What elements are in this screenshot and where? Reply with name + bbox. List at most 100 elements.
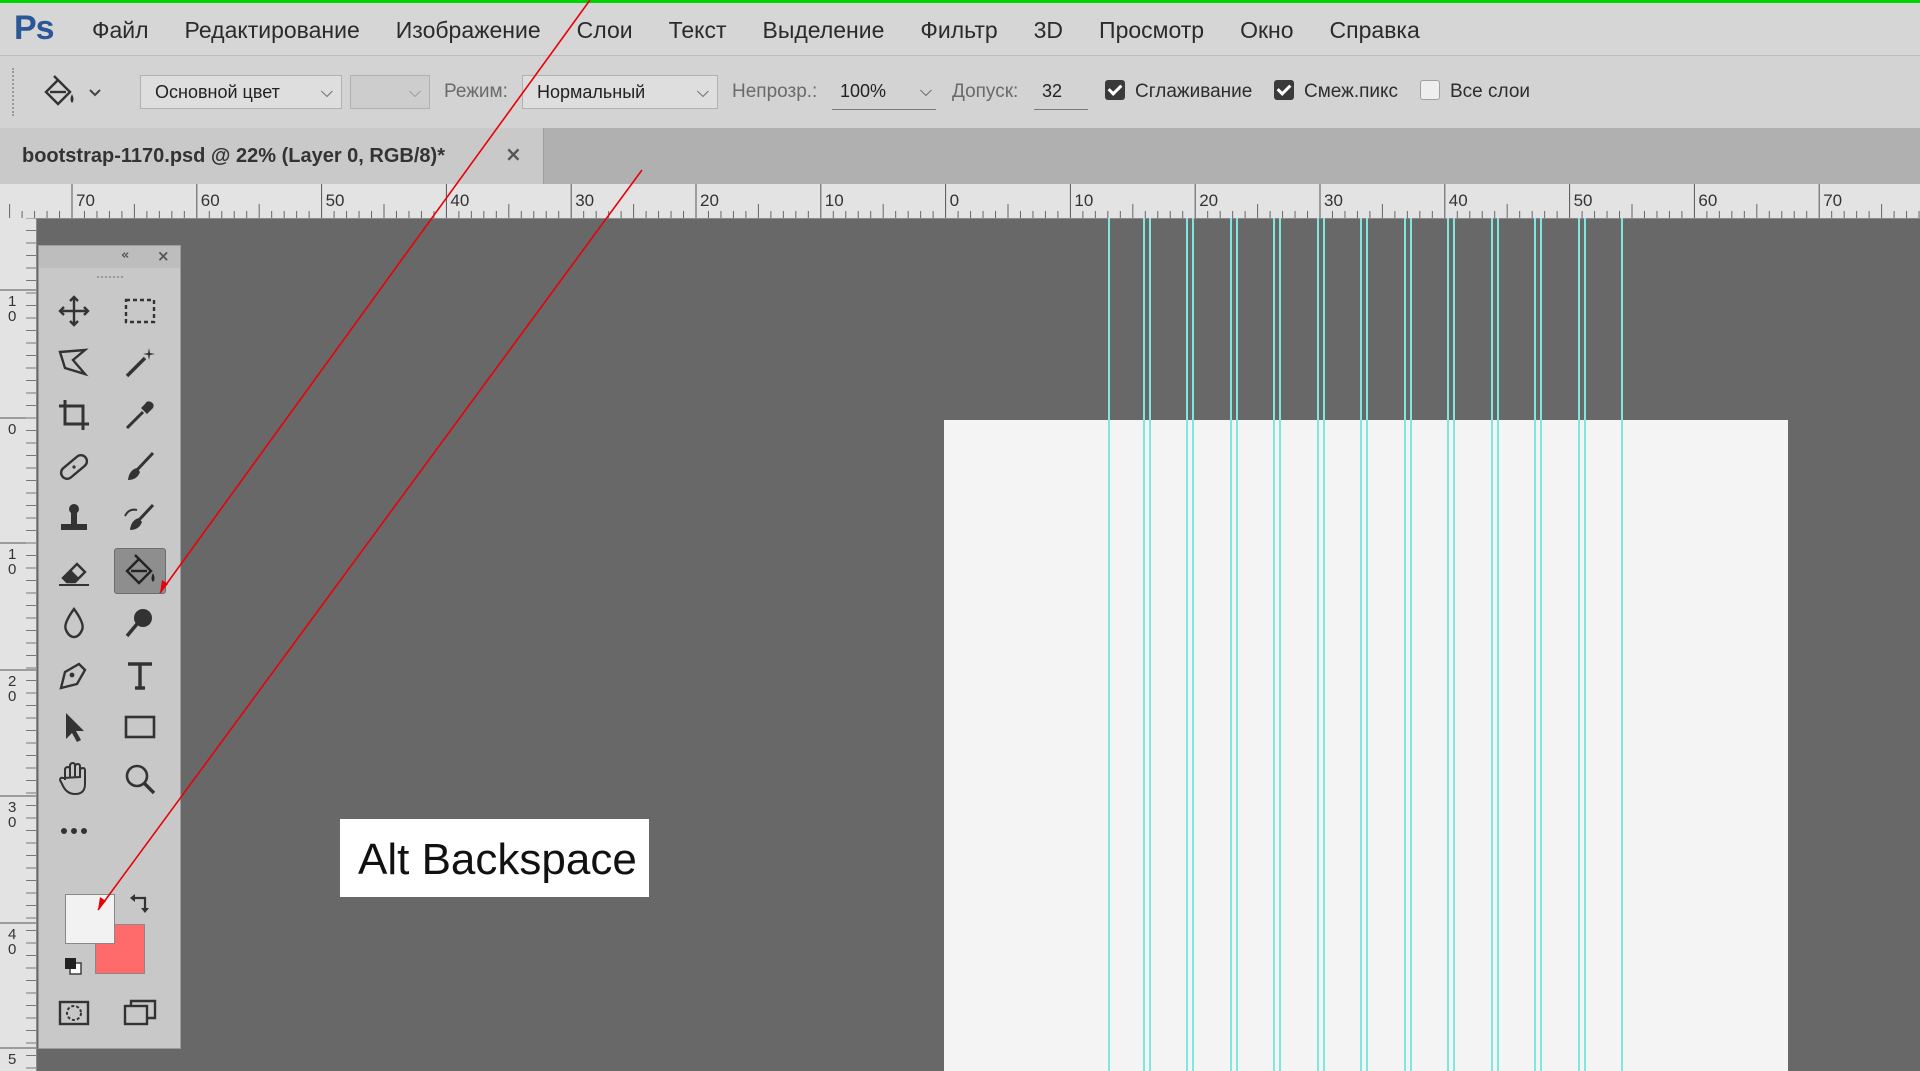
- eyedropper-tool[interactable]: [114, 392, 166, 438]
- path-select-tool[interactable]: [48, 704, 100, 750]
- ruler-label: 60: [1698, 191, 1717, 210]
- collapse-icon[interactable]: «: [121, 248, 129, 263]
- pen-icon: [59, 662, 87, 690]
- menu-view[interactable]: Просмотр: [1099, 17, 1204, 44]
- tolerance-field[interactable]: 32: [1034, 75, 1088, 110]
- screen-mode-icon: [123, 999, 157, 1026]
- magic-wand-tool[interactable]: [114, 340, 166, 386]
- chevron-down-icon: ⌵: [696, 82, 709, 101]
- tolerance-label: Допуск:: [952, 81, 1019, 102]
- tolerance-value: 32: [1042, 81, 1063, 101]
- more-tools[interactable]: [48, 808, 100, 854]
- fill-source-select[interactable]: Основной цвет ⌵: [140, 75, 342, 109]
- arrow-icon: [66, 713, 84, 742]
- history-brush-icon: [124, 503, 155, 530]
- options-grip[interactable]: [12, 68, 17, 116]
- hand-icon: [58, 761, 86, 796]
- ruler-label: 0: [8, 814, 16, 831]
- history-brush-tool[interactable]: [114, 496, 166, 542]
- crop-tool[interactable]: [48, 392, 100, 438]
- dodge-tool[interactable]: [114, 600, 166, 646]
- menu-type[interactable]: Текст: [669, 17, 727, 44]
- shape-tool[interactable]: [114, 704, 166, 750]
- eraser-tool[interactable]: [48, 548, 100, 594]
- menu-bar: Ps Файл Редактирование Изображение Слои …: [0, 3, 1920, 55]
- chevron-down-icon[interactable]: ⌵: [920, 81, 932, 101]
- document-title: bootstrap-1170.psd @ 22% (Layer 0, RGB/8…: [22, 145, 445, 168]
- tool-preset-picker[interactable]: [36, 72, 110, 112]
- opacity-label: Непрозр.:: [732, 81, 818, 102]
- type-icon: [128, 662, 152, 690]
- blend-mode-select[interactable]: Нормальный ⌵: [522, 75, 718, 109]
- ruler-label: 20: [700, 191, 719, 210]
- chevron-down-icon: ⌵: [320, 82, 333, 101]
- ruler-label: 20: [1199, 191, 1218, 210]
- panel-grip[interactable]: [97, 276, 123, 282]
- marquee-tool[interactable]: [114, 288, 166, 334]
- opacity-value: 100%: [840, 81, 887, 101]
- menu-file[interactable]: Файл: [92, 17, 149, 44]
- type-tool[interactable]: [114, 652, 166, 698]
- pattern-picker[interactable]: ⌵: [350, 75, 430, 109]
- blend-mode-value: Нормальный: [537, 82, 646, 102]
- close-tab-button[interactable]: ×: [505, 142, 522, 166]
- lasso-tool[interactable]: [48, 340, 100, 386]
- menu-help[interactable]: Справка: [1330, 17, 1420, 44]
- ruler-ticks: 70 60 50 40 30 20 10 0 10 20 30 40 50 60 70: [9, 184, 1920, 218]
- screen-mode-button[interactable]: [114, 990, 166, 1036]
- foreground-color-swatch[interactable]: [65, 894, 115, 944]
- horizontal-ruler[interactable]: 70 60 50 40 30 20 10 0 10 20 30 40 50 60 70: [0, 184, 1920, 219]
- hand-tool[interactable]: [48, 756, 100, 802]
- document-tab-bar: bootstrap-1170.psd @ 22% (Layer 0, RGB/8…: [0, 128, 1920, 184]
- all-layers-label: Все слои: [1450, 81, 1530, 102]
- drop-icon: [64, 606, 84, 639]
- menu-window[interactable]: Окно: [1240, 17, 1293, 44]
- ruler-label: 60: [201, 191, 220, 210]
- chevron-down-icon: ⌵: [408, 82, 421, 101]
- paint-bucket-icon: [44, 75, 101, 106]
- menu-edit[interactable]: Редактирование: [185, 17, 360, 44]
- ruler-label: 30: [575, 191, 594, 210]
- fill-source-value: Основной цвет: [155, 82, 280, 102]
- dodge-icon: [125, 609, 152, 638]
- zoom-tool[interactable]: [114, 756, 166, 802]
- ruler-label: 40: [450, 191, 469, 210]
- brush-icon: [128, 451, 155, 480]
- document-canvas[interactable]: [944, 420, 1788, 1071]
- brush-tool[interactable]: [114, 444, 166, 490]
- default-colors-icon[interactable]: [63, 956, 83, 981]
- close-icon[interactable]: ×: [157, 247, 170, 265]
- zoom-icon: [125, 764, 156, 795]
- quick-mask-button[interactable]: [48, 990, 100, 1036]
- pen-tool[interactable]: [48, 652, 100, 698]
- vertical-ruler[interactable]: 100102030405: [0, 218, 37, 1071]
- stamp-tool[interactable]: [48, 496, 100, 542]
- ruler-label: 10: [825, 191, 844, 210]
- menu-filter[interactable]: Фильтр: [920, 17, 997, 44]
- ruler-label: 0: [8, 308, 16, 325]
- polygonal-lasso-icon: [58, 348, 89, 377]
- tools-panel-header[interactable]: « ×: [39, 246, 180, 268]
- ruler-label: 50: [326, 191, 345, 210]
- swap-colors-icon[interactable]: [129, 890, 153, 919]
- ruler-label: 40: [1449, 191, 1468, 210]
- mode-label: Режим:: [444, 81, 508, 102]
- antialias-checkbox[interactable]: [1105, 80, 1125, 100]
- document-tab[interactable]: bootstrap-1170.psd @ 22% (Layer 0, RGB/8…: [0, 128, 544, 184]
- opacity-field[interactable]: 100% ⌵: [832, 75, 936, 110]
- move-tool[interactable]: [48, 288, 100, 334]
- contiguous-checkbox[interactable]: [1274, 80, 1294, 100]
- magic-wand-icon: [125, 348, 155, 378]
- menu-layers[interactable]: Слои: [577, 17, 633, 44]
- menu-image[interactable]: Изображение: [396, 17, 541, 44]
- bandage-icon: [59, 454, 89, 480]
- blur-tool[interactable]: [48, 600, 100, 646]
- menu-select[interactable]: Выделение: [763, 17, 885, 44]
- modified-marker: *: [437, 145, 445, 167]
- paint-bucket-tool[interactable]: [114, 548, 166, 594]
- document-title-text: bootstrap-1170.psd @ 22% (Layer 0, RGB/8…: [22, 145, 438, 167]
- all-layers-checkbox[interactable]: [1420, 80, 1440, 100]
- healing-tool[interactable]: [48, 444, 100, 490]
- ruler-ticks: 100102030405: [0, 218, 36, 1069]
- menu-3d[interactable]: 3D: [1034, 17, 1063, 44]
